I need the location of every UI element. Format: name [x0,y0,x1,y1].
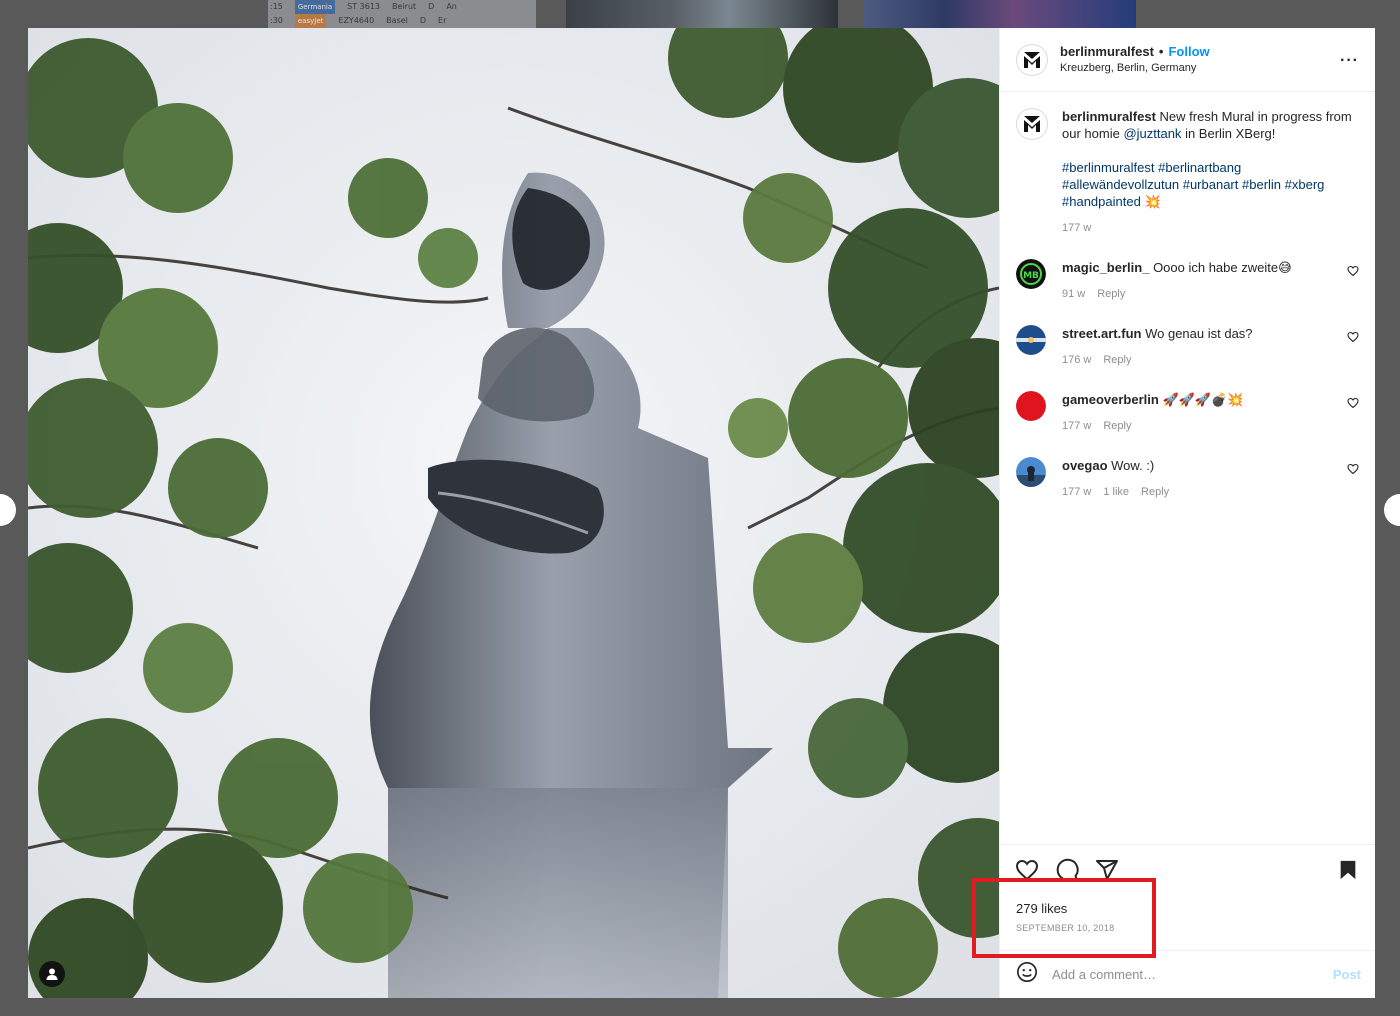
comment-item: MB magic_berlin_ Oooo ich habe zweite😅 9… [1016,259,1359,303]
comments-list: berlinmuralfest New fresh Mural in progr… [1000,92,1375,844]
gameoverberlin-avatar-icon [1016,391,1046,421]
reply-button[interactable]: Reply [1103,352,1131,369]
more-options-button[interactable]: ··· [1340,52,1359,70]
hashtag-link[interactable]: #handpainted [1062,194,1141,209]
separator-dot: • [1158,43,1164,59]
post-date[interactable]: SEPTEMBER 10, 2018 [1016,923,1359,933]
save-button[interactable] [1335,857,1361,883]
caption-username[interactable]: berlinmuralfest [1062,109,1156,124]
like-comment-button[interactable] [1347,462,1359,480]
like-comment-button[interactable] [1347,264,1359,282]
heart-icon [1347,397,1359,409]
street-art-fun-avatar-icon [1016,325,1046,355]
caption-text: in Berlin XBerg! [1185,126,1276,141]
user-tag-button[interactable] [39,961,65,987]
likes-section: 279 likes SEPTEMBER 10, 2018 [1000,900,1375,950]
comment-like-count[interactable]: 1 like [1103,484,1129,501]
background-thumbnail [566,0,838,28]
mural-photo [28,28,999,998]
previous-post-button[interactable] [0,494,16,526]
comment-age[interactable]: 177 w [1062,418,1091,435]
hashtag-link[interactable]: #allewändevollzutun [1062,177,1179,192]
caption-age[interactable]: 177 w [1062,220,1091,237]
reply-button[interactable]: Reply [1097,286,1125,303]
comment-text: 🚀🚀🚀💣💥 [1162,392,1244,407]
heart-icon [1347,463,1359,475]
post-actions-bar [1000,844,1375,900]
comment-text: Wo genau ist das? [1145,326,1253,341]
post-header: berlinmuralfest • Follow Kreuzberg, Berl… [1000,28,1375,92]
comment-button[interactable] [1054,857,1080,883]
user-tag-icon [46,968,58,980]
add-comment-input[interactable]: Add a comment… [1052,967,1156,982]
post-location[interactable]: Kreuzberg, Berlin, Germany [1060,60,1210,76]
comment-item: ovegao Wow. :) 177 w 1 like Reply [1016,457,1359,501]
berlinmuralfest-logo-icon [1024,51,1040,68]
svg-text:MB: MB [1023,271,1039,281]
comment-username[interactable]: magic_berlin_ [1062,260,1149,275]
likes-count[interactable]: 279 likes [1016,900,1359,917]
emoji-button[interactable] [1016,961,1038,988]
post-modal: berlinmuralfest • Follow Kreuzberg, Berl… [28,28,1375,998]
avatar[interactable] [1016,108,1048,140]
hashtag-link[interactable]: #xberg [1285,177,1325,192]
avatar[interactable]: MB [1016,259,1046,289]
comment-item: gameoverberlin 🚀🚀🚀💣💥 177 w Reply [1016,391,1359,435]
heart-icon [1015,859,1039,881]
hashtag-link[interactable]: #berlinartbang [1158,160,1241,175]
like-comment-button[interactable] [1347,330,1359,348]
follow-button[interactable]: Follow [1168,44,1209,60]
comment-item: street.art.fun Wo genau ist das? 176 w Re… [1016,325,1359,369]
heart-icon [1347,265,1359,277]
like-button[interactable] [1014,857,1040,883]
comment-icon [1056,858,1079,881]
comment-age[interactable]: 176 w [1062,352,1091,369]
hashtag-link[interactable]: #berlinmuralfest [1062,160,1155,175]
hashtag-link[interactable]: #urbanart [1183,177,1239,192]
avatar[interactable] [1016,391,1046,421]
ovegao-avatar-icon [1016,457,1046,487]
share-button[interactable] [1094,857,1120,883]
share-icon [1096,860,1118,880]
comment-username[interactable]: ovegao [1062,458,1108,473]
comment-username[interactable]: street.art.fun [1062,326,1141,341]
comment-text: Oooo ich habe zweite😅 [1153,260,1292,275]
explosion-emoji: 💥 [1144,194,1161,209]
reply-button[interactable]: Reply [1103,418,1131,435]
background-thumbnail [864,0,1136,28]
caption-mention[interactable]: @juzttank [1123,126,1181,141]
comment-text: Wow. :) [1111,458,1155,473]
magic-berlin-avatar-icon: MB [1016,259,1046,289]
caption-hashtags: #berlinmuralfest #berlinartbang #allewän… [1062,159,1359,210]
hashtag-link[interactable]: #berlin [1242,177,1281,192]
like-comment-button[interactable] [1347,396,1359,414]
avatar[interactable] [1016,43,1048,76]
avatar[interactable] [1016,457,1046,487]
post-image[interactable] [28,28,999,998]
reply-button[interactable]: Reply [1141,484,1169,501]
avatar[interactable] [1016,325,1046,355]
post-caption: berlinmuralfest New fresh Mural in progr… [1016,108,1359,237]
comment-age[interactable]: 177 w [1062,484,1091,501]
post-username[interactable]: berlinmuralfest [1060,44,1154,60]
berlinmuralfest-logo-icon [1024,116,1040,132]
post-comment-button[interactable]: Post [1333,967,1361,982]
bookmark-icon [1340,860,1356,880]
heart-icon [1347,331,1359,343]
next-post-button[interactable] [1384,494,1400,526]
add-comment-bar: Add a comment… Post [1000,950,1375,998]
background-flight-table: :15 Germania ST 3613 Beirut D An :30 easyJet EZ… [268,0,536,28]
comment-age[interactable]: 91 w [1062,286,1085,303]
post-side-panel: berlinmuralfest • Follow Kreuzberg, Berl… [999,28,1375,998]
emoji-icon [1017,962,1037,982]
more-icon: ··· [1340,52,1359,69]
comment-username[interactable]: gameoverberlin [1062,392,1159,407]
